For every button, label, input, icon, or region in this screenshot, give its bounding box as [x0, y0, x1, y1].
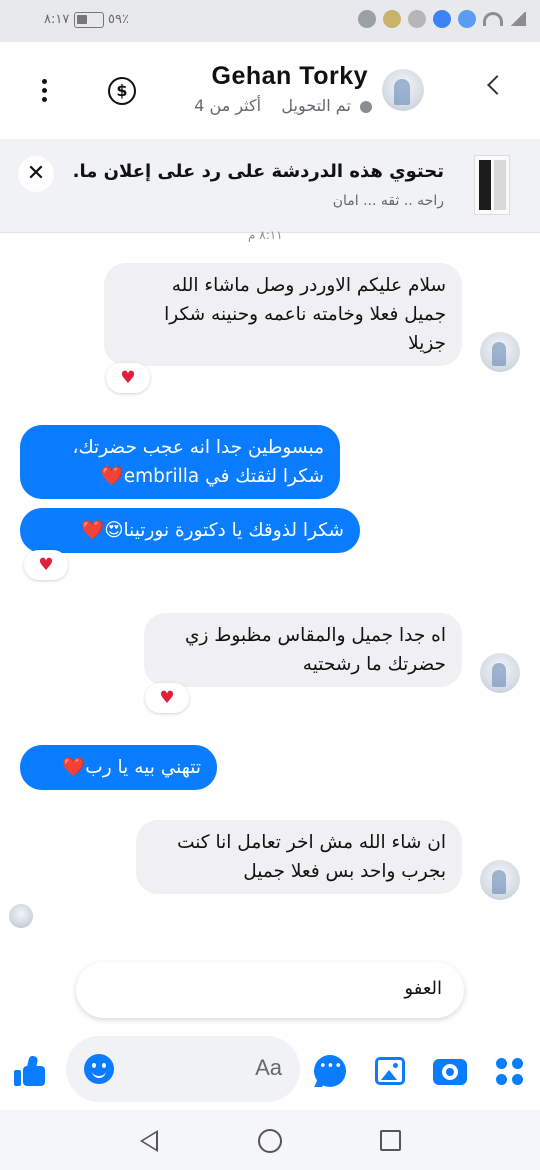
nav-home-icon[interactable] [258, 1129, 282, 1153]
incoming-message[interactable]: ان شاء الله مش اخر تعامل انا كنت بجرب وا… [136, 820, 462, 894]
message-line: شكرا لثقتك في embrilla❤️ [100, 466, 324, 487]
apps-icon[interactable] [496, 1058, 524, 1086]
message-line: بجرب واحد بس فعلا جميل [243, 861, 446, 882]
message-line: تتهني بيه يا رب❤️ [62, 757, 201, 778]
battery-icon [74, 12, 104, 28]
nav-back-icon[interactable] [140, 1130, 158, 1152]
heart-reaction[interactable]: ♥ [106, 363, 150, 393]
message-line: مبسوطين جدا انه عجب حضرتك، [72, 437, 324, 458]
image-icon[interactable] [375, 1057, 405, 1085]
heart-reaction[interactable]: ♥ [24, 550, 68, 580]
status-time: ٨:١٧ [44, 12, 70, 27]
contact-name[interactable]: Gehan Torky [212, 62, 368, 91]
incoming-message[interactable]: اه جدا جميل والمقاس مظبوط زي حضرتك ما رش… [144, 613, 462, 687]
battery-percent: ٥٩٪ [108, 12, 129, 27]
message-line: سلام عليكم الاوردر وصل ماشاء الله [171, 275, 446, 296]
message-line: اه جدا جميل والمقاس مظبوط زي [185, 625, 446, 646]
status-bar: ٨:١٧ ٥٩٪ [0, 0, 540, 42]
message-timestamp: ٨:١١ م [248, 228, 283, 242]
status-icons [358, 10, 526, 28]
contact-status: تم التحويل أكثر من 4 [194, 96, 372, 115]
nav-recent-icon[interactable] [380, 1130, 401, 1151]
back-icon[interactable] [487, 75, 507, 95]
app-notification-icon [358, 10, 376, 28]
sender-avatar[interactable] [480, 332, 520, 372]
more-icon[interactable] [42, 79, 48, 105]
dollar-icon[interactable]: $ [108, 77, 136, 105]
ad-reply-banner[interactable]: ✕ تحتوي هذه الدردشة على رد على إعلان ما.… [0, 139, 540, 233]
outgoing-message[interactable]: مبسوطين جدا انه عجب حضرتك، شكرا لثقتك في… [20, 425, 340, 499]
chat-icon[interactable] [314, 1055, 346, 1087]
emoji-icon[interactable] [84, 1054, 114, 1084]
wifi-icon [483, 12, 503, 26]
message-line: شكرا لذوقك يا دكتورة نورتينا😍❤️ [81, 520, 344, 541]
heart-reaction[interactable]: ♥ [145, 683, 189, 713]
status-text: تم التحويل [281, 96, 351, 115]
message-line: حضرتك ما رشحتيه [302, 654, 446, 675]
signal-icon [510, 12, 526, 26]
suggested-reply[interactable]: العفو [76, 962, 464, 1018]
message-input[interactable]: Aa [66, 1036, 300, 1102]
outgoing-message[interactable]: شكرا لذوقك يا دكتورة نورتينا😍❤️ [20, 508, 360, 553]
incoming-message[interactable]: سلام عليكم الاوردر وصل ماشاء الله جميل ف… [104, 263, 462, 366]
read-receipt-avatar [9, 904, 33, 928]
app-notification-icon [383, 10, 401, 28]
message-line: ان شاء الله مش اخر تعامل انا كنت [177, 832, 446, 853]
message-line: جميل فعلا وخامته ناعمه وحنينه شكرا [164, 304, 446, 325]
sender-avatar[interactable] [480, 860, 520, 900]
ad-thumbnail [474, 155, 510, 215]
sender-avatar[interactable] [480, 653, 520, 693]
app-notification-icon [433, 10, 451, 28]
contact-avatar[interactable] [382, 69, 424, 111]
like-icon[interactable] [14, 1055, 46, 1088]
chat-header: Gehan Torky تم التحويل أكثر من 4 $ [0, 42, 540, 138]
message-composer: Aa [0, 1030, 540, 1108]
message-line: جزيلا [408, 333, 446, 354]
input-placeholder: Aa [255, 1055, 282, 1080]
status-dot-icon [360, 100, 372, 113]
status-extra: أكثر من 4 [194, 96, 262, 115]
ad-subtitle: راحه .. ثقه ... امان [332, 193, 444, 209]
ad-title: تحتوي هذه الدردشة على رد على إعلان ما. [72, 161, 444, 182]
close-icon[interactable]: ✕ [18, 156, 54, 192]
system-navigation-bar [0, 1110, 540, 1170]
messenger-chat-screen: ٨:١٧ ٥٩٪ Gehan Torky تم التحويل أكثر من … [0, 0, 540, 1170]
outgoing-message[interactable]: تتهني بيه يا رب❤️ [20, 745, 217, 790]
camera-icon[interactable] [433, 1059, 467, 1085]
app-notification-icon [458, 10, 476, 28]
snapchat-icon [408, 10, 426, 28]
